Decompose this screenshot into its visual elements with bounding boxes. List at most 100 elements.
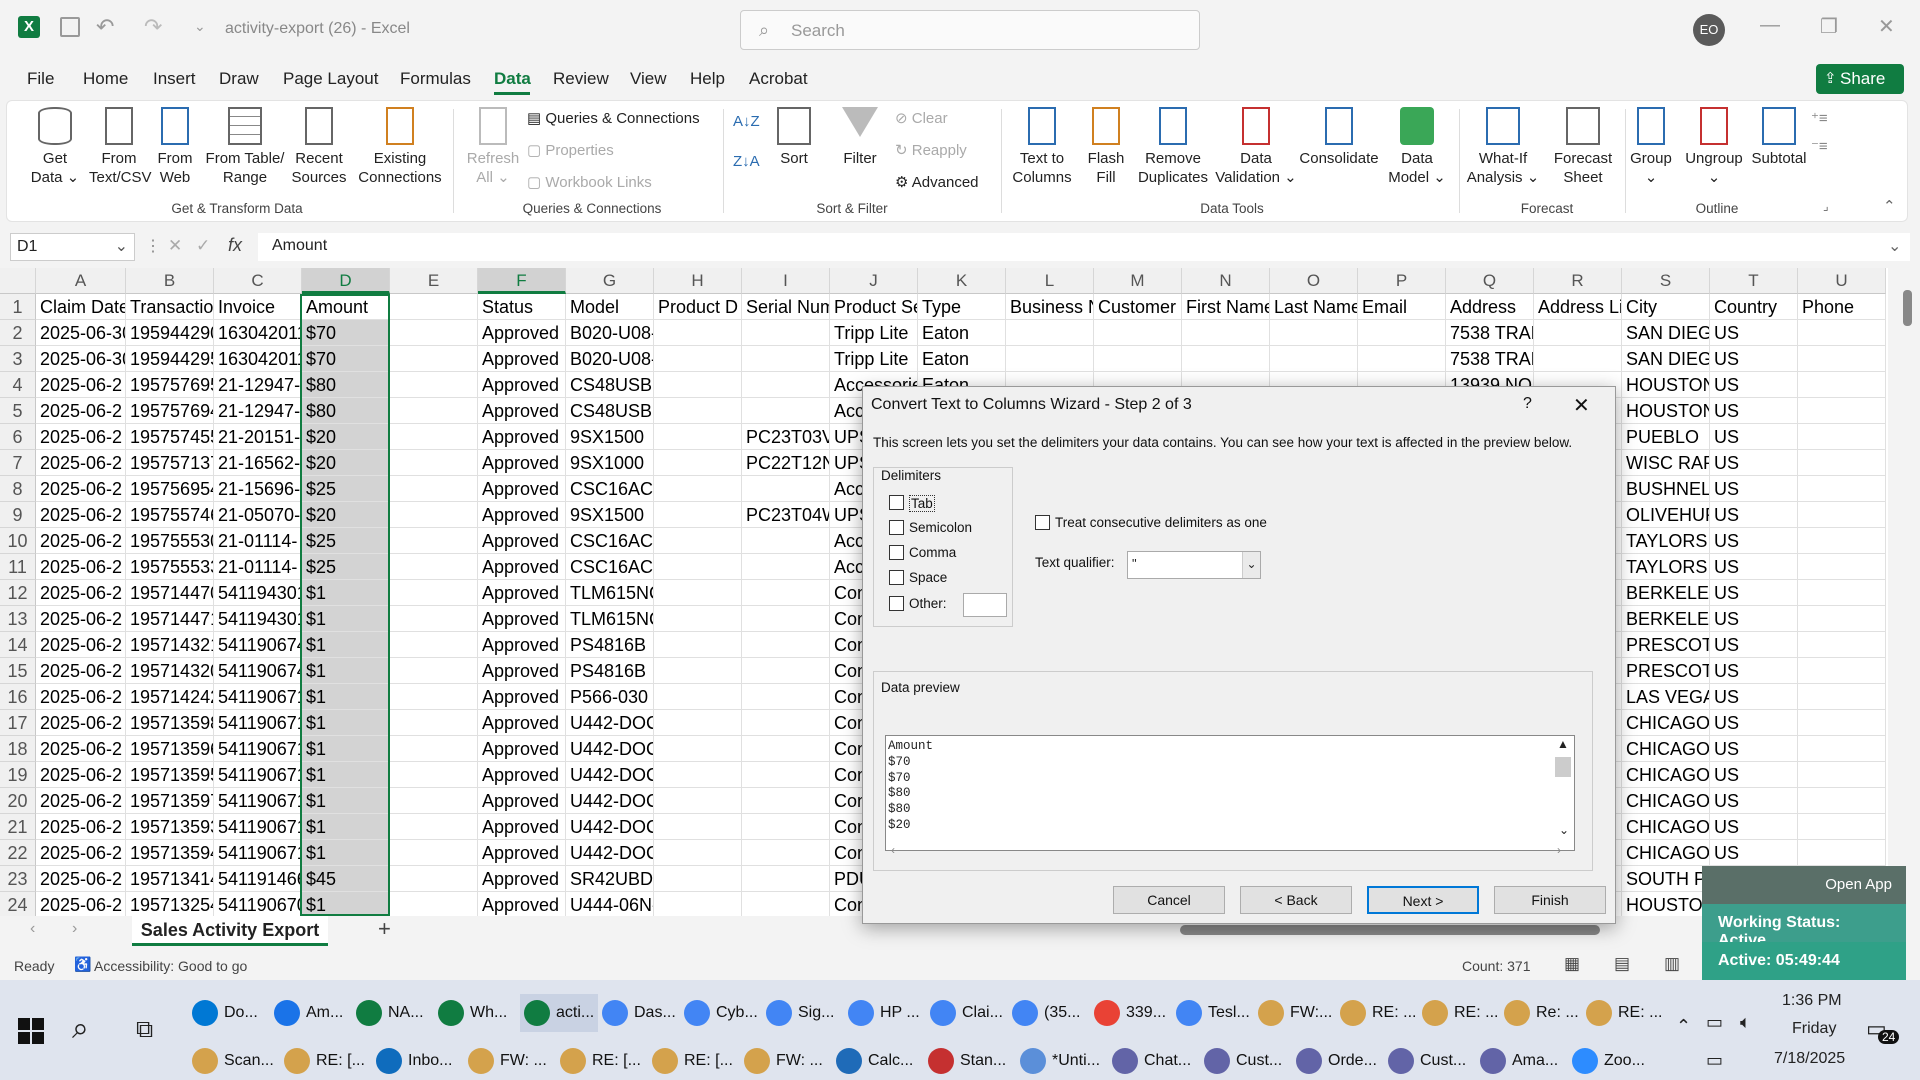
- taskbar-app[interactable]: Cust...: [1204, 1048, 1282, 1074]
- table-cell[interactable]: U442-DOC: [566, 788, 654, 814]
- taskbar-app[interactable]: Sig...: [766, 1000, 834, 1026]
- table-cell[interactable]: [1798, 632, 1886, 658]
- table-cell[interactable]: 163042011: [214, 320, 302, 346]
- other-label[interactable]: Other:: [909, 596, 947, 611]
- table-cell[interactable]: 2025-06-2: [36, 580, 126, 606]
- show-detail-icon[interactable]: ⁺≡: [1811, 109, 1828, 127]
- table-cell[interactable]: [654, 814, 742, 840]
- table-cell[interactable]: [742, 658, 830, 684]
- table-cell[interactable]: [1798, 736, 1886, 762]
- table-cell[interactable]: $1: [302, 840, 390, 866]
- table-cell[interactable]: 541191466: [214, 866, 302, 892]
- table-cell[interactable]: [742, 476, 830, 502]
- table-cell[interactable]: Approved: [478, 684, 566, 710]
- table-cell[interactable]: [390, 658, 478, 684]
- table-cell[interactable]: 2025-06-2: [36, 814, 126, 840]
- table-cell[interactable]: US: [1710, 736, 1798, 762]
- table-cell[interactable]: 195714321: [126, 632, 214, 658]
- table-cell[interactable]: PRESCOTT: [1622, 632, 1710, 658]
- taskbar-app[interactable]: RE: ...: [1340, 1000, 1416, 1026]
- sort-button[interactable]: Sort: [769, 107, 819, 168]
- taskbar-app[interactable]: *Unti...: [1020, 1048, 1100, 1074]
- table-cell[interactable]: $25: [302, 554, 390, 580]
- column-header[interactable]: T: [1710, 268, 1798, 294]
- preview-scroll-down-icon[interactable]: ⌄: [1559, 823, 1569, 837]
- table-cell[interactable]: SOUTH PO: [1622, 866, 1710, 892]
- page-break-view-icon[interactable]: ▥: [1664, 954, 1680, 974]
- table-cell[interactable]: [390, 684, 478, 710]
- taskbar-app[interactable]: Re: ...: [1504, 1000, 1579, 1026]
- table-cell[interactable]: [390, 424, 478, 450]
- table-cell[interactable]: 541190671: [214, 762, 302, 788]
- row-header[interactable]: 6: [0, 424, 36, 450]
- table-cell[interactable]: [1270, 320, 1358, 346]
- normal-view-icon[interactable]: ▦: [1564, 954, 1580, 974]
- table-cell[interactable]: US: [1710, 398, 1798, 424]
- table-cell[interactable]: Phone: [1798, 294, 1886, 320]
- table-cell[interactable]: 9SX1000: [566, 450, 654, 476]
- close-window-icon[interactable]: ✕: [1878, 14, 1895, 39]
- table-cell[interactable]: Approved: [478, 762, 566, 788]
- table-cell[interactable]: P566-030: [566, 684, 654, 710]
- table-cell[interactable]: 9SX1500: [566, 424, 654, 450]
- table-cell[interactable]: 541194301: [214, 606, 302, 632]
- column-header[interactable]: N: [1182, 268, 1270, 294]
- taskbar-app[interactable]: Inbo...: [376, 1048, 452, 1074]
- table-cell[interactable]: $80: [302, 372, 390, 398]
- search-icon[interactable]: ⌕: [72, 1012, 89, 1046]
- table-cell[interactable]: 21-12947-: [214, 398, 302, 424]
- table-cell[interactable]: PUEBLO: [1622, 424, 1710, 450]
- table-cell[interactable]: $20: [302, 502, 390, 528]
- table-cell[interactable]: 2025-06-2: [36, 684, 126, 710]
- column-header[interactable]: B: [126, 268, 214, 294]
- table-cell[interactable]: [654, 866, 742, 892]
- table-cell[interactable]: BERKELEY: [1622, 580, 1710, 606]
- consolidate-button[interactable]: Consolidate: [1297, 107, 1381, 168]
- table-cell[interactable]: [390, 840, 478, 866]
- table-cell[interactable]: [1006, 320, 1094, 346]
- table-cell[interactable]: [742, 892, 830, 918]
- table-cell[interactable]: [742, 762, 830, 788]
- sheet-tab-sales-activity-export[interactable]: Sales Activity Export: [132, 916, 328, 946]
- table-cell[interactable]: Approved: [478, 320, 566, 346]
- table-cell[interactable]: Claim Date: [36, 294, 126, 320]
- table-cell[interactable]: 2025-06-2: [36, 736, 126, 762]
- table-cell[interactable]: [390, 346, 478, 372]
- table-cell[interactable]: TLM615NC: [566, 606, 654, 632]
- table-cell[interactable]: [742, 736, 830, 762]
- table-cell[interactable]: U442-DOC: [566, 762, 654, 788]
- row-header[interactable]: 21: [0, 814, 36, 840]
- table-cell[interactable]: $20: [302, 450, 390, 476]
- semicolon-checkbox[interactable]: [889, 520, 904, 535]
- table-cell[interactable]: [390, 892, 478, 918]
- table-cell[interactable]: 195714242: [126, 684, 214, 710]
- table-cell[interactable]: CSC16AC: [566, 476, 654, 502]
- table-cell[interactable]: [654, 346, 742, 372]
- tab-view[interactable]: View: [630, 69, 667, 89]
- table-cell[interactable]: PC23T04W: [742, 502, 830, 528]
- tab-help[interactable]: Help: [690, 69, 725, 89]
- recent-sources-button[interactable]: Recent Sources: [287, 107, 351, 187]
- table-cell[interactable]: Approved: [478, 788, 566, 814]
- row-header[interactable]: 4: [0, 372, 36, 398]
- table-cell[interactable]: Approved: [478, 528, 566, 554]
- table-cell[interactable]: $80: [302, 398, 390, 424]
- column-header[interactable]: A: [36, 268, 126, 294]
- row-header[interactable]: 19: [0, 762, 36, 788]
- table-cell[interactable]: 21-01114-: [214, 528, 302, 554]
- open-app-button[interactable]: Open App: [1702, 866, 1906, 904]
- scroll-thumb[interactable]: [1903, 290, 1912, 326]
- table-cell[interactable]: [654, 398, 742, 424]
- table-cell[interactable]: CS48USB: [566, 372, 654, 398]
- table-cell[interactable]: Last Name: [1270, 294, 1358, 320]
- table-cell[interactable]: US: [1710, 346, 1798, 372]
- table-cell[interactable]: [742, 684, 830, 710]
- taskbar-app[interactable]: Cust...: [1388, 1048, 1466, 1074]
- table-cell[interactable]: 2025-06-30: [36, 346, 126, 372]
- tab-data[interactable]: Data: [494, 69, 531, 89]
- table-cell[interactable]: [654, 580, 742, 606]
- table-cell[interactable]: [1798, 580, 1886, 606]
- preview-scroll-right-icon[interactable]: ›: [1557, 843, 1561, 857]
- table-cell[interactable]: [742, 580, 830, 606]
- tab-review[interactable]: Review: [553, 69, 609, 89]
